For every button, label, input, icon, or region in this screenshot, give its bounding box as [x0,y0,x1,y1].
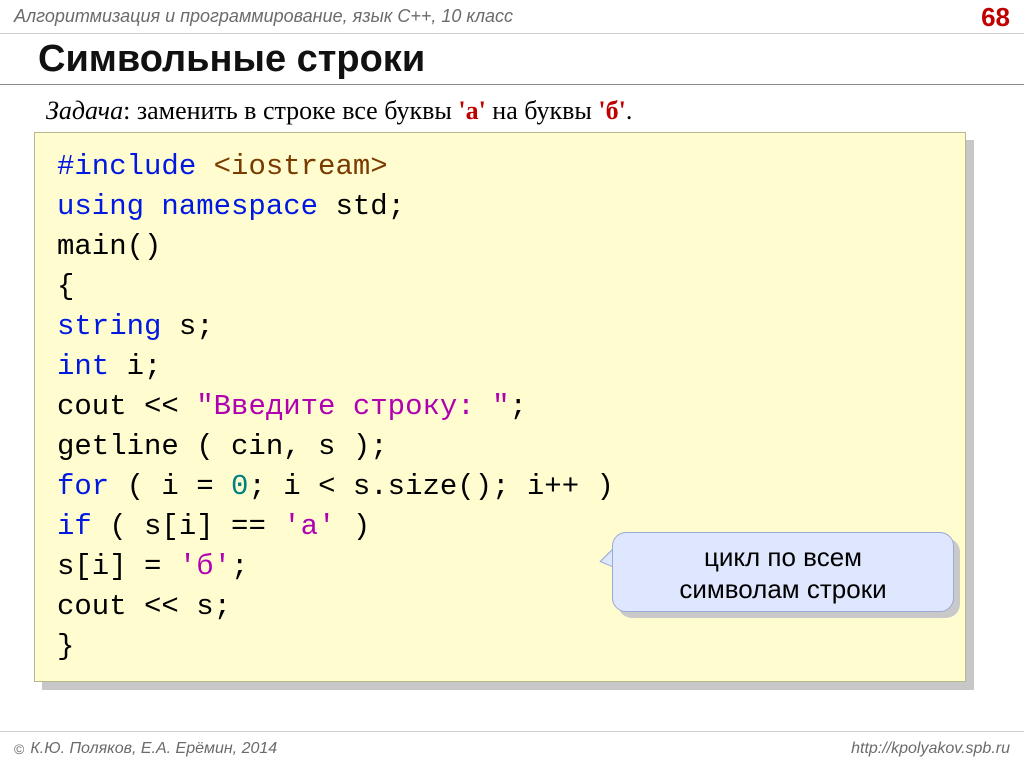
tok-if-close: ) [335,510,370,543]
tok-zero: 0 [231,470,248,503]
code-line: { [57,267,943,307]
code-line: using namespace std; [57,187,943,227]
task-hl-b: 'б' [598,96,625,125]
code-line: #include <iostream> [57,147,943,187]
page-number: 68 [981,2,1010,33]
tok-using: using [57,190,161,223]
code-line: string s; [57,307,943,347]
divider-title [0,84,1024,85]
code-line: getline ( cin, s ); [57,427,943,467]
tok-include: #include [57,150,214,183]
tok-for: for [57,470,127,503]
tok-char-b: 'б' [179,550,231,583]
tok-namespace: namespace [161,190,335,223]
tok-s: s; [179,310,214,343]
footer-authors: К.Ю. Поляков, Е.А. Ерёмин, 2014 [30,740,277,758]
tok-iostream: <iostream> [214,150,388,183]
task-before: заменить в строке все буквы [137,96,459,125]
tok-for-head: ( i = [127,470,231,503]
task-label: Задача [46,96,123,125]
tok-if: if [57,510,109,543]
slide-title: Символьные строки [38,38,425,81]
course-label: Алгоритмизация и программирование, язык … [14,6,513,26]
divider-top [0,33,1024,34]
slide: Алгоритмизация и программирование, язык … [0,0,1024,768]
tok-if-cond: ( s[i] == [109,510,283,543]
header-bar: Алгоритмизация и программирование, язык … [0,0,1024,31]
code-line: for ( i = 0; i < s.size(); i++ ) [57,467,943,507]
tok-cout1: cout << [57,390,196,423]
tok-string: string [57,310,179,343]
tok-char-a: 'а' [283,510,335,543]
tok-strlit: "Введите строку: " [196,390,509,423]
task-line: Задача: заменить в строке все буквы 'а' … [46,96,632,126]
tok-for-rest: ; i < s.size(); i++ ) [248,470,613,503]
code-line: main() [57,227,943,267]
tok-assign: s[i] = [57,550,179,583]
callout-line2: символам строки [679,574,886,604]
footer-bar: © К.Ю. Поляков, Е.А. Ерёмин, 2014 http:/… [0,731,1024,768]
footer-url: http://kpolyakov.spb.ru [851,740,1010,758]
tok-std: std; [335,190,405,223]
task-sep: : [123,96,137,125]
callout-line1: цикл по всем [704,542,862,572]
code-line: } [57,627,943,667]
tok-semi2: ; [231,550,248,583]
copyright-icon: © [14,741,24,757]
task-hl-a: 'а' [458,96,485,125]
code-line: int i; [57,347,943,387]
tok-i: i; [127,350,162,383]
callout-bubble: цикл по всем символам строки [612,532,954,612]
task-mid: на буквы [486,96,599,125]
tok-int: int [57,350,127,383]
code-line: cout << "Введите строку: "; [57,387,943,427]
tok-semi1: ; [510,390,527,423]
task-tail: . [626,96,633,125]
